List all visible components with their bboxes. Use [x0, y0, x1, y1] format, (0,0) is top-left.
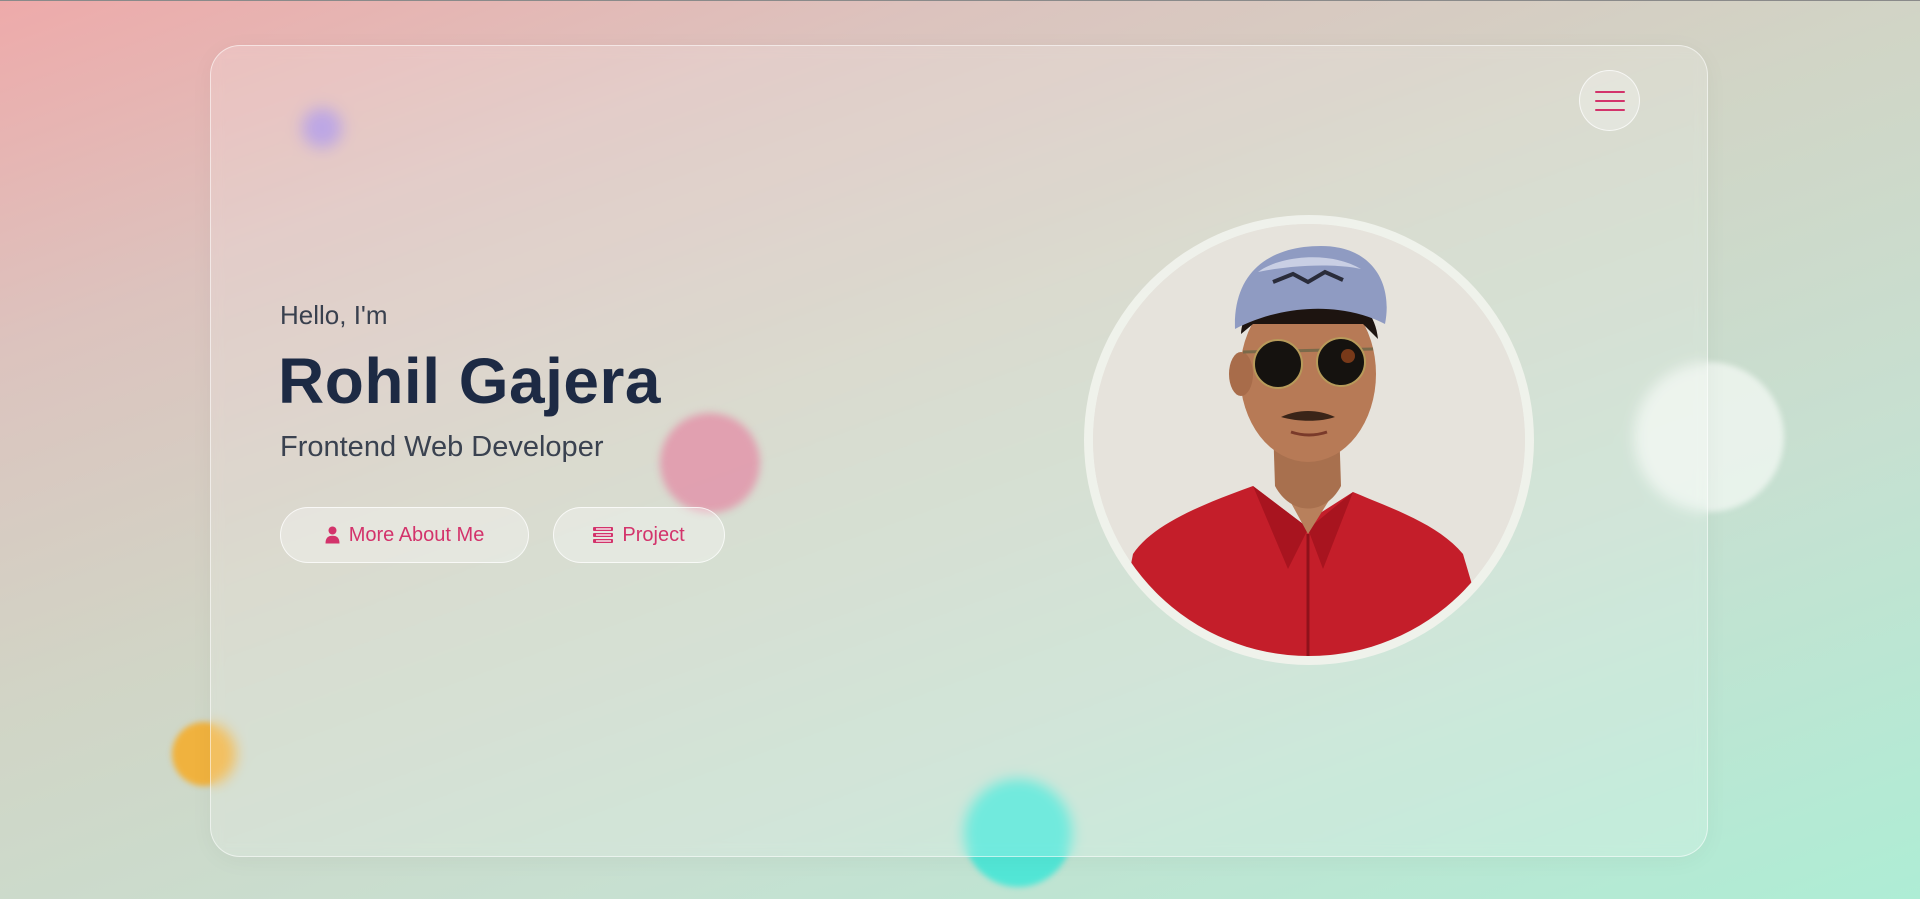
decorative-pink-circle	[660, 413, 760, 513]
project-label: Project	[622, 523, 685, 546]
menu-button[interactable]	[1579, 70, 1640, 131]
user-icon	[325, 526, 340, 544]
project-button[interactable]: Project	[553, 507, 725, 563]
hero-name: Rohil Gajera	[278, 345, 661, 417]
profile-photo	[1093, 224, 1525, 656]
hero-role: Frontend Web Developer	[280, 431, 604, 463]
more-about-me-label: More About Me	[348, 523, 485, 546]
more-about-me-button[interactable]: More About Me	[280, 507, 529, 563]
profile-photo-frame	[1084, 215, 1534, 665]
greeting-text: Hello, I'm	[280, 300, 388, 330]
list-icon	[593, 527, 614, 543]
top-border	[0, 0, 1920, 1]
